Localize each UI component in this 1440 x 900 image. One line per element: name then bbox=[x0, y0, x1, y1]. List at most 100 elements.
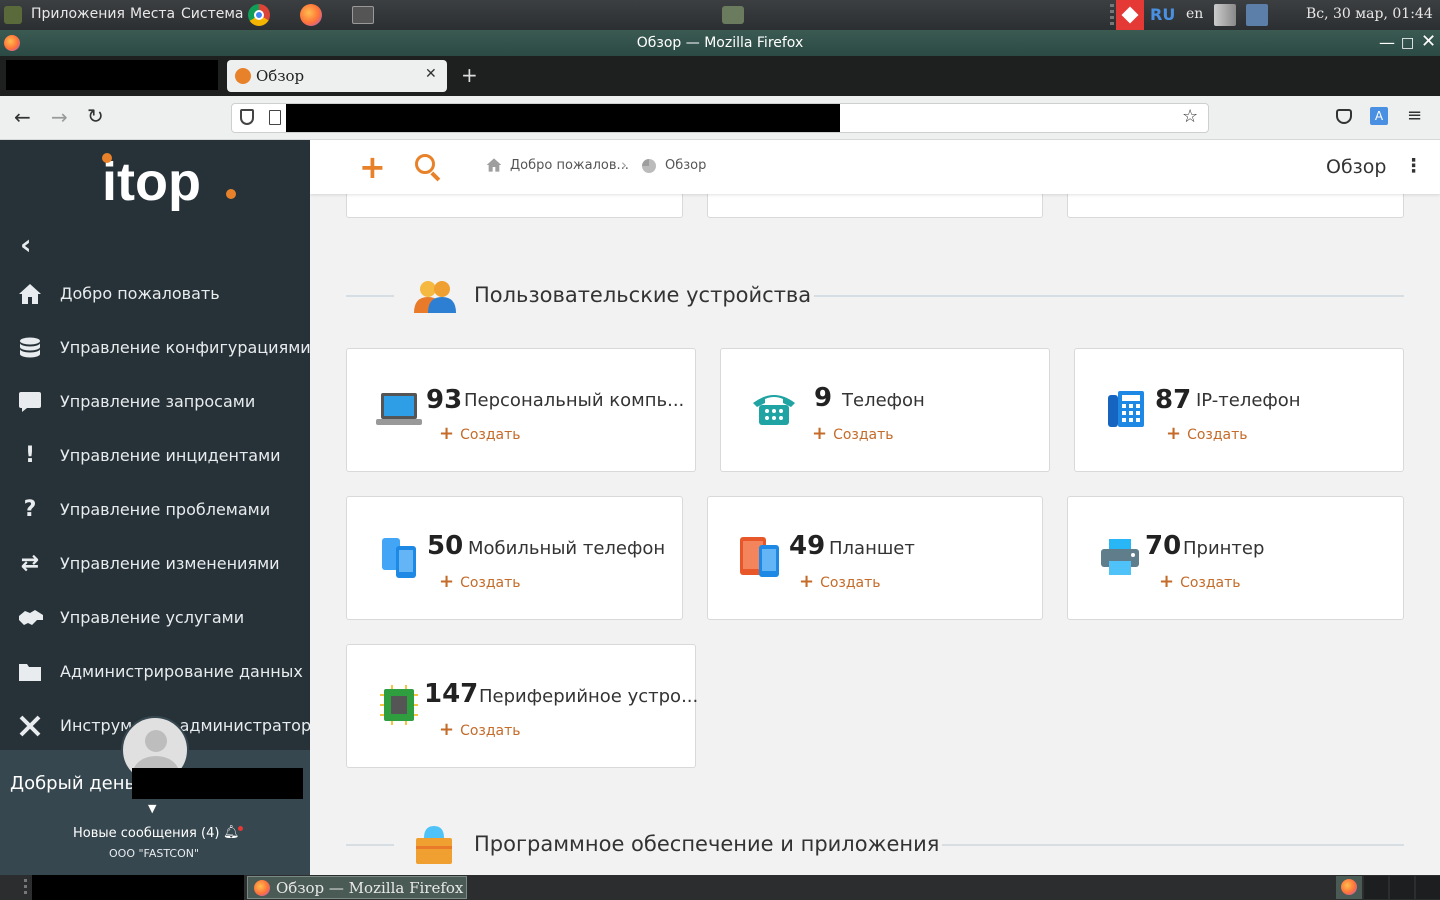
card-name[interactable]: Периферийное устро... bbox=[479, 686, 698, 707]
card-count[interactable]: 87 bbox=[1155, 385, 1191, 415]
card-mobile-phone[interactable]: 50 Мобильный телефон + Создать bbox=[346, 496, 683, 620]
card-count[interactable]: 93 bbox=[426, 385, 462, 415]
sidebar-item-config[interactable]: Управление конфигурациями bbox=[0, 328, 311, 368]
redacted-username bbox=[132, 768, 303, 799]
card-name[interactable]: Мобильный телефон bbox=[468, 538, 665, 559]
svg-text:itop: itop bbox=[102, 152, 201, 212]
translate-icon[interactable]: A bbox=[1370, 107, 1388, 125]
bookmark-star-icon[interactable]: ☆ bbox=[1182, 106, 1198, 127]
folder-icon bbox=[18, 660, 42, 684]
breadcrumb-separator-icon: › bbox=[621, 156, 627, 174]
card-count[interactable]: 9 bbox=[814, 383, 832, 413]
greeting: Добрый день, bbox=[10, 773, 141, 794]
user-menu-caret-icon[interactable]: ▼ bbox=[148, 802, 156, 815]
sidebar-item-incidents[interactable]: ! Управление инцидентами bbox=[0, 436, 310, 476]
collapse-sidebar-icon[interactable]: ‹ bbox=[20, 228, 32, 261]
sidebar-item-label: Добро пожаловать bbox=[60, 284, 220, 303]
card-phone[interactable]: 9 Телефон + Создать bbox=[720, 348, 1050, 472]
new-object-icon[interactable]: + bbox=[359, 148, 386, 186]
lang-indicator[interactable]: en bbox=[1186, 6, 1203, 22]
workspace-2[interactable] bbox=[1364, 876, 1388, 899]
itop-logo[interactable]: itop bbox=[100, 148, 240, 218]
os-taskbar: Обзор — Mozilla Firefox bbox=[0, 875, 1440, 900]
panel-handle-icon bbox=[1110, 4, 1114, 26]
os-top-panel: Приложения Места Система RU en Вс, 30 ма… bbox=[0, 0, 1440, 30]
volume-icon[interactable] bbox=[1214, 4, 1236, 26]
sidebar-item-problems[interactable]: ? Управление проблемами bbox=[0, 490, 310, 530]
card-name[interactable]: Телефон bbox=[842, 390, 925, 411]
url-bar[interactable]: ☆ bbox=[231, 103, 1209, 133]
tab-label: Обзор bbox=[256, 67, 305, 85]
card-name[interactable]: Персональный компь... bbox=[464, 390, 684, 411]
sidebar-item-services[interactable]: Управление услугами bbox=[0, 598, 310, 638]
card-count[interactable]: 147 bbox=[424, 679, 478, 709]
create-link[interactable]: + Создать bbox=[439, 719, 521, 740]
tablet-icon bbox=[739, 535, 781, 579]
anydesk-icon[interactable] bbox=[1116, 0, 1144, 30]
card-printer[interactable]: 70 Принтер + Создать bbox=[1067, 496, 1404, 620]
laptop-icon bbox=[376, 391, 422, 427]
taskbar-window-button[interactable]: Обзор — Mozilla Firefox bbox=[247, 876, 467, 899]
page-menu-icon[interactable]: ⋮ bbox=[1404, 155, 1423, 177]
hamburger-menu-icon[interactable]: ≡ bbox=[1407, 105, 1422, 126]
screenshot-icon[interactable] bbox=[722, 6, 744, 24]
firefox-launcher-icon[interactable] bbox=[300, 4, 322, 26]
clock[interactable]: Вс, 30 мар, 01:44 bbox=[1306, 6, 1433, 22]
workspace-4[interactable] bbox=[1416, 876, 1440, 899]
distro-logo-icon[interactable] bbox=[4, 6, 22, 24]
section-divider bbox=[814, 295, 1404, 297]
sidebar: itop ‹ Добро пожаловать Управление конфи… bbox=[0, 140, 321, 875]
breadcrumb-current[interactable]: Обзор bbox=[665, 158, 706, 173]
window-title: Обзор — Mozilla Firefox bbox=[636, 35, 804, 51]
close-window-icon[interactable]: ✕ bbox=[1421, 29, 1436, 55]
card-count[interactable]: 50 bbox=[427, 531, 463, 561]
create-link[interactable]: + Создать bbox=[439, 571, 521, 592]
card-ip-phone[interactable]: 87 IP-телефон + Создать bbox=[1074, 348, 1404, 472]
page-icon[interactable] bbox=[269, 110, 281, 125]
shield-icon[interactable] bbox=[240, 109, 254, 125]
card-peripheral[interactable]: 147 Периферийное устро... + Создать bbox=[346, 644, 698, 768]
workspace-1[interactable] bbox=[1336, 876, 1362, 899]
forward-icon[interactable]: → bbox=[51, 105, 68, 129]
back-icon[interactable]: ← bbox=[14, 105, 31, 129]
create-link[interactable]: + Создать bbox=[439, 423, 521, 444]
redacted-tab[interactable] bbox=[6, 60, 218, 90]
terminal-icon[interactable] bbox=[352, 6, 374, 24]
create-label: Создать bbox=[460, 575, 521, 591]
create-label: Создать bbox=[1180, 575, 1241, 591]
sidebar-item-data-admin[interactable]: Администрирование данных bbox=[0, 652, 310, 692]
create-link[interactable]: + Создать bbox=[1166, 423, 1248, 444]
phone-icon bbox=[751, 389, 797, 427]
card-count[interactable]: 49 bbox=[789, 531, 825, 561]
card-name[interactable]: IP-телефон bbox=[1196, 390, 1301, 411]
minimize-icon[interactable]: — bbox=[1379, 30, 1395, 56]
create-label: Создать bbox=[460, 427, 521, 443]
new-tab-button[interactable]: + bbox=[461, 63, 478, 87]
network-icon[interactable] bbox=[1246, 4, 1268, 26]
keyboard-layout-indicator[interactable]: RU bbox=[1150, 5, 1175, 24]
card-pc[interactable]: 93 Персональный компь... + Создать bbox=[346, 348, 696, 472]
workspace-3[interactable] bbox=[1390, 876, 1414, 899]
card-count[interactable]: 70 bbox=[1145, 531, 1181, 561]
sidebar-item-welcome[interactable]: Добро пожаловать bbox=[0, 274, 310, 314]
tab-overview[interactable]: Обзор ✕ bbox=[227, 60, 447, 92]
new-messages-link[interactable]: Новые сообщения (4) bbox=[73, 826, 219, 841]
menu-system[interactable]: Система bbox=[181, 6, 243, 22]
menu-places[interactable]: Места bbox=[130, 6, 175, 22]
sidebar-item-changes[interactable]: ⇄ Управление изменениями bbox=[0, 544, 310, 584]
pocket-icon[interactable] bbox=[1336, 109, 1352, 124]
menu-applications[interactable]: Приложения bbox=[31, 6, 125, 22]
tab-close-icon[interactable]: ✕ bbox=[425, 66, 437, 82]
section-divider bbox=[346, 295, 394, 297]
chrome-icon[interactable] bbox=[248, 4, 270, 26]
maximize-icon[interactable]: □ bbox=[1401, 30, 1414, 56]
create-link[interactable]: + Создать bbox=[812, 423, 894, 444]
create-link[interactable]: + Создать bbox=[799, 571, 881, 592]
card-name[interactable]: Планшет bbox=[829, 538, 915, 559]
card-tablet[interactable]: 49 Планшет + Создать bbox=[707, 496, 1043, 620]
reload-icon[interactable]: ↻ bbox=[87, 104, 104, 128]
card-name[interactable]: Принтер bbox=[1183, 538, 1264, 559]
breadcrumb-home[interactable]: Добро пожалов... bbox=[510, 158, 629, 173]
sidebar-item-requests[interactable]: Управление запросами bbox=[0, 382, 310, 422]
create-link[interactable]: + Создать bbox=[1159, 571, 1241, 592]
